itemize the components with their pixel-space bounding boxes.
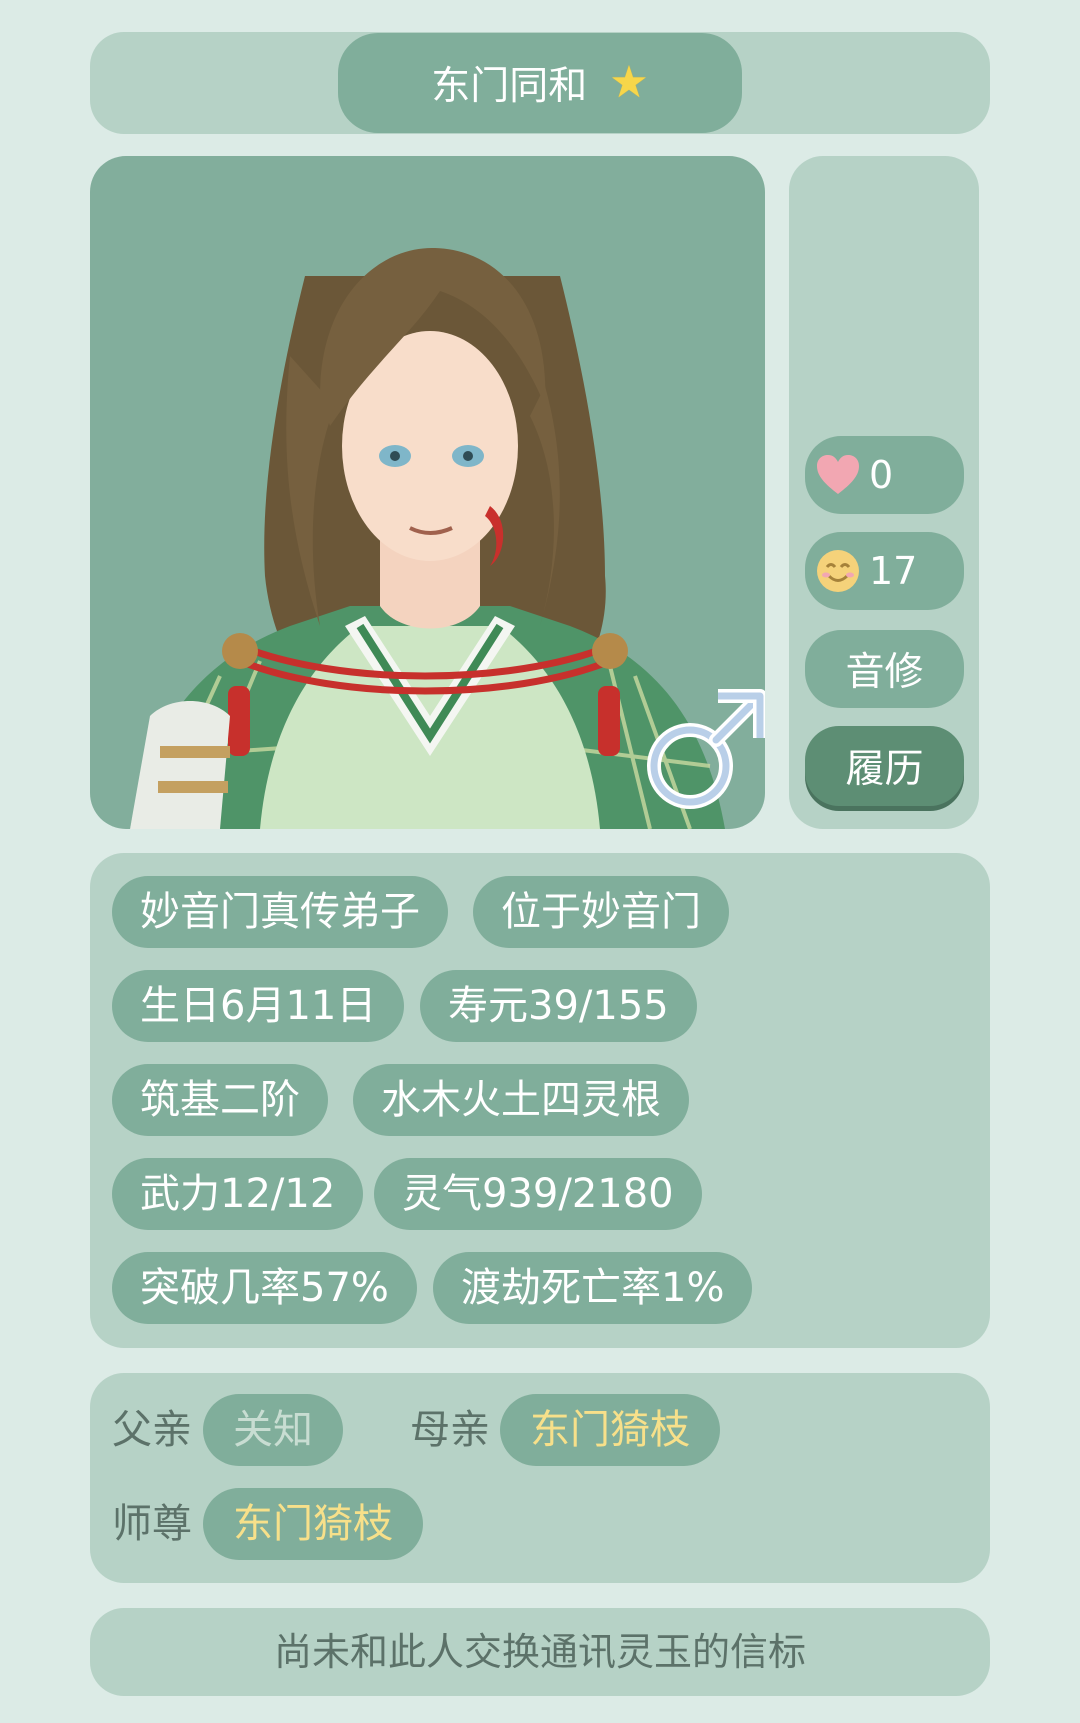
attribute-tag: 筑基二阶 xyxy=(112,1064,328,1136)
master-name-chip[interactable]: 东门猗枝 xyxy=(203,1488,423,1560)
attribute-tag: 渡劫死亡率1% xyxy=(433,1252,753,1324)
mood-stat[interactable]: 17 xyxy=(805,532,964,610)
attribute-tag: 寿元39/155 xyxy=(420,970,697,1042)
affection-stat[interactable]: 0 xyxy=(805,436,964,514)
mood-value: 17 xyxy=(869,549,918,593)
father-name-chip[interactable]: 关知 xyxy=(203,1394,343,1466)
smiling-face-icon xyxy=(815,548,861,594)
contact-status-bar: 尚未和此人交换通讯灵玉的信标 xyxy=(90,1608,990,1696)
cultivation-path-tag: 音修 xyxy=(805,630,964,708)
attribute-tag: 灵气939/2180 xyxy=(374,1158,702,1230)
affection-value: 0 xyxy=(869,453,894,497)
master-label: 师尊 xyxy=(112,1501,192,1547)
attribute-tag: 位于妙音门 xyxy=(473,876,729,948)
mother-name-chip[interactable]: 东门猗枝 xyxy=(500,1394,720,1466)
mother-label: 母亲 xyxy=(410,1407,490,1453)
father-label: 父亲 xyxy=(112,1407,192,1453)
character-portrait xyxy=(90,156,765,829)
star-icon[interactable]: ★ xyxy=(609,61,648,105)
character-name-plate: 东门同和 ★ xyxy=(338,33,742,133)
character-name: 东门同和 xyxy=(431,64,588,109)
portrait-illustration xyxy=(130,247,765,829)
attribute-tag: 妙音门真传弟子 xyxy=(112,876,448,948)
attribute-tag: 突破几率57% xyxy=(112,1252,417,1324)
attribute-tag: 水木火土四灵根 xyxy=(353,1064,689,1136)
heart-icon xyxy=(815,454,861,496)
cultivation-path-label: 音修 xyxy=(845,650,924,695)
character-profile-page: 东门同和 ★ 0 17 音修 履历 妙音门真传弟子 位于妙音门 生日6月11日 … xyxy=(0,0,1080,1723)
attribute-tag: 武力12/12 xyxy=(112,1158,364,1230)
resume-button-label: 履历 xyxy=(845,747,924,792)
resume-button[interactable]: 履历 xyxy=(805,726,964,806)
attribute-tag: 生日6月11日 xyxy=(112,970,405,1042)
